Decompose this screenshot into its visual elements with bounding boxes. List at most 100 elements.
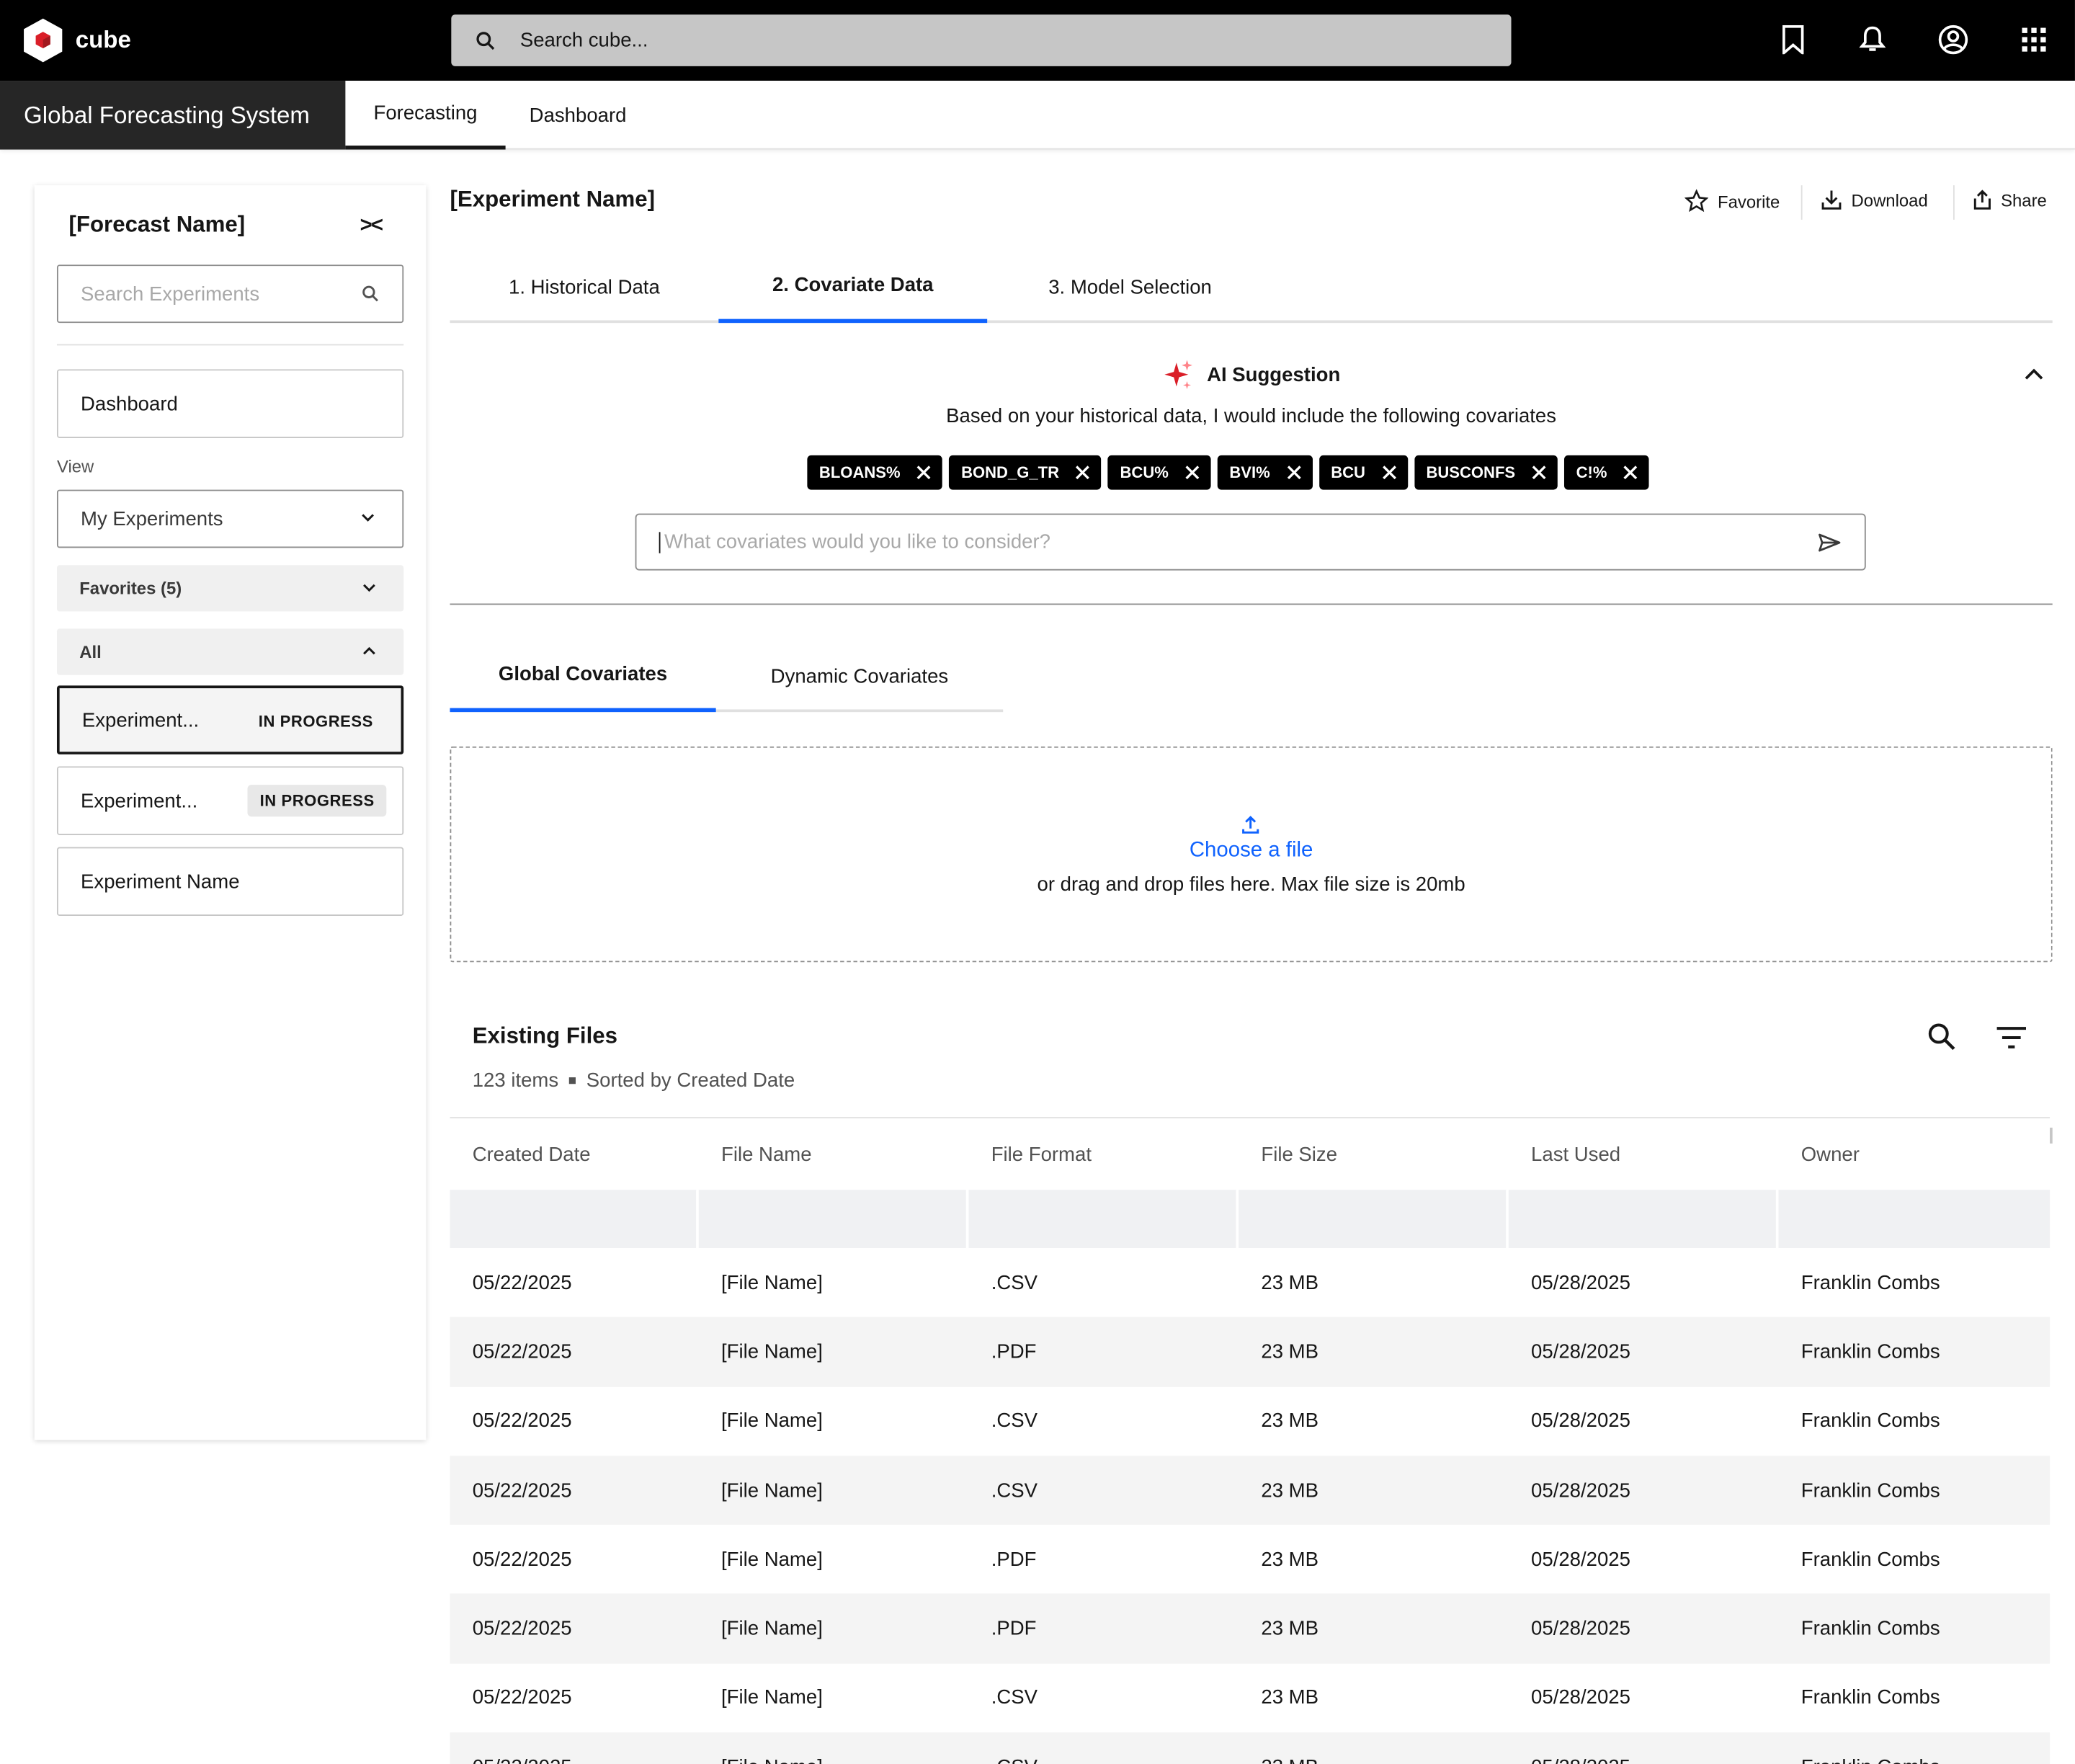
all-label: All: [79, 641, 102, 662]
chevron-up-icon[interactable]: [2022, 365, 2045, 384]
bell-icon[interactable]: [1855, 22, 1890, 57]
tab-global-covariates[interactable]: Global Covariates: [450, 641, 716, 713]
bookmark-icon[interactable]: [1776, 22, 1811, 57]
covariate-chip[interactable]: BCU%: [1107, 455, 1211, 490]
table-cell: .CSV: [991, 1479, 1038, 1502]
tab-model-selection[interactable]: 3. Model Selection: [987, 251, 1273, 323]
table-cell: 05/22/2025: [472, 1617, 572, 1640]
table-cell: Franklin Combs: [1800, 1686, 1940, 1709]
app-grid-icon[interactable]: [2017, 22, 2051, 57]
tab-covariate-data[interactable]: 2. Covariate Data: [718, 251, 988, 324]
global-search-input[interactable]: Search cube...: [451, 14, 1512, 66]
table-cell: 23 MB: [1261, 1409, 1319, 1433]
table-cell: 05/22/2025: [472, 1479, 572, 1502]
table-cell: 05/22/2025: [450, 1756, 698, 1764]
covariate-chip[interactable]: BOND_G_TR: [949, 455, 1102, 490]
column-filter-input[interactable]: [1779, 1190, 2051, 1248]
table-row[interactable]: 05/22/2025[File Name].CSV23 MB05/28/2025…: [450, 1456, 2051, 1525]
text-caret: [659, 531, 661, 553]
table-cell: Franklin Combs: [1779, 1756, 2051, 1764]
item-count: 123 items: [472, 1069, 559, 1092]
close-icon[interactable]: [916, 465, 932, 481]
favorites-accordion[interactable]: Favorites (5): [56, 565, 404, 612]
brand-logo[interactable]: cube: [21, 17, 131, 63]
share-icon: [1973, 190, 1991, 210]
action-divider: [1953, 185, 1955, 220]
covariate-prompt-input[interactable]: What covariates would you like to consid…: [635, 513, 1866, 571]
user-icon[interactable]: [1936, 22, 1971, 57]
column-header[interactable]: Created Date: [450, 1143, 698, 1165]
column-filter-input[interactable]: [1509, 1190, 1779, 1249]
close-icon[interactable]: [1184, 465, 1200, 481]
all-accordion[interactable]: All: [56, 628, 404, 675]
column-header[interactable]: File Format: [968, 1143, 1239, 1165]
table-cell: [File Name]: [721, 1479, 823, 1502]
experiment-search-input[interactable]: Search Experiments: [56, 264, 404, 324]
sidebar-item-dashboard[interactable]: Dashboard: [56, 369, 404, 438]
close-icon[interactable]: [1286, 465, 1302, 481]
tab-dashboard[interactable]: Dashboard: [530, 81, 627, 150]
column-header[interactable]: Owner: [1779, 1143, 2051, 1165]
section-divider: [450, 603, 2053, 605]
column-header[interactable]: File Size: [1239, 1143, 1509, 1165]
ai-suggestion-title: AI Suggestion: [1207, 363, 1341, 386]
forecast-name: [Forecast Name]: [68, 211, 246, 237]
table-row[interactable]: 05/22/2025 [File Name] .PDF 23 MB 05/28/2025…: [450, 1525, 2050, 1594]
experiment-list-item[interactable]: Experiment Name: [56, 847, 404, 916]
table-cell: .CSV: [991, 1686, 1038, 1709]
search-icon[interactable]: [1927, 1022, 1957, 1052]
table-row[interactable]: 05/22/2025[File Name].CSV23 MB05/28/2025…: [450, 1732, 2051, 1764]
table-cell: Franklin Combs: [1800, 1271, 1940, 1294]
table-row[interactable]: 05/22/2025[File Name].CSV23 MB05/28/2025…: [450, 1386, 2050, 1456]
table-row[interactable]: 05/22/2025 [File Name] .PDF 23 MB 05/28/2025…: [450, 1594, 2051, 1664]
download-button[interactable]: Download: [1821, 190, 1928, 210]
table-cell: 05/28/2025: [1531, 1409, 1630, 1433]
table-cell: 23 MB: [1261, 1686, 1319, 1709]
column-filter-input[interactable]: [968, 1190, 1239, 1249]
search-icon: [476, 31, 495, 50]
close-icon[interactable]: [1531, 465, 1547, 481]
column-filter-input[interactable]: [1239, 1190, 1509, 1249]
column-header[interactable]: File Name: [699, 1143, 969, 1165]
table-row[interactable]: 05/22/2025[File Name].CSV23 MB05/28/2025…: [450, 1248, 2050, 1317]
favorite-button[interactable]: Favorite: [1684, 189, 1780, 213]
view-select[interactable]: My Experiments: [56, 489, 404, 548]
table-row[interactable]: 05/22/2025[File Name].CSV23 MB05/28/2025…: [450, 1663, 2050, 1732]
download-icon: [1821, 190, 1842, 210]
table-cell: 05/28/2025: [1531, 1271, 1630, 1294]
close-icon[interactable]: [1381, 465, 1397, 481]
close-icon[interactable]: [1075, 465, 1091, 481]
covariate-chip[interactable]: BLOANS%: [807, 455, 943, 490]
tab-historical-data[interactable]: 1. Historical Data: [450, 251, 718, 323]
column-filter-input[interactable]: [699, 1190, 969, 1249]
file-dropzone[interactable]: Choose a file or drag and drop files her…: [450, 746, 2053, 963]
send-icon[interactable]: [1819, 533, 1841, 551]
table-cell: Franklin Combs: [1800, 1479, 1940, 1502]
scrollbar[interactable]: [2050, 1127, 2053, 1144]
covariate-chip[interactable]: C!%: [1564, 455, 1650, 490]
step-tabs: 1. Historical Data 2. Covariate Data 3. …: [450, 251, 2053, 324]
column-header[interactable]: Last Used: [1509, 1143, 1779, 1165]
tab-forecasting[interactable]: Forecasting: [345, 81, 506, 150]
download-label: Download: [1851, 190, 1928, 210]
covariate-chip[interactable]: BUSCONFS: [1414, 455, 1558, 490]
table-cell: .PDF: [991, 1617, 1037, 1640]
covariate-chip[interactable]: BCU: [1318, 455, 1408, 490]
app-name[interactable]: Global Forecasting System: [0, 81, 346, 150]
covariate-tabs: Global Covariates Dynamic Covariates: [450, 641, 1004, 713]
collapse-sidebar-icon[interactable]: ><: [360, 215, 383, 239]
close-icon[interactable]: [1623, 465, 1639, 481]
table-cell: 23 MB: [1239, 1756, 1509, 1764]
table-row[interactable]: 05/22/2025 [File Name] .PDF 23 MB 05/28/2025…: [450, 1317, 2051, 1387]
action-divider: [1800, 185, 1803, 220]
sidebar-divider: [56, 344, 404, 346]
tab-dynamic-covariates[interactable]: Dynamic Covariates: [716, 641, 1004, 712]
share-button[interactable]: Share: [1973, 190, 2047, 210]
covariate-chip[interactable]: BVI%: [1217, 455, 1313, 490]
experiment-list-item[interactable]: Experiment... IN PROGRESS: [56, 685, 404, 754]
table-cell: .PDF: [991, 1340, 1037, 1363]
column-filter-input[interactable]: [450, 1190, 699, 1249]
choose-file-link[interactable]: Choose a file: [451, 839, 2051, 863]
experiment-list-item[interactable]: Experiment... IN PROGRESS: [56, 766, 404, 835]
filter-icon[interactable]: [1996, 1025, 2027, 1049]
